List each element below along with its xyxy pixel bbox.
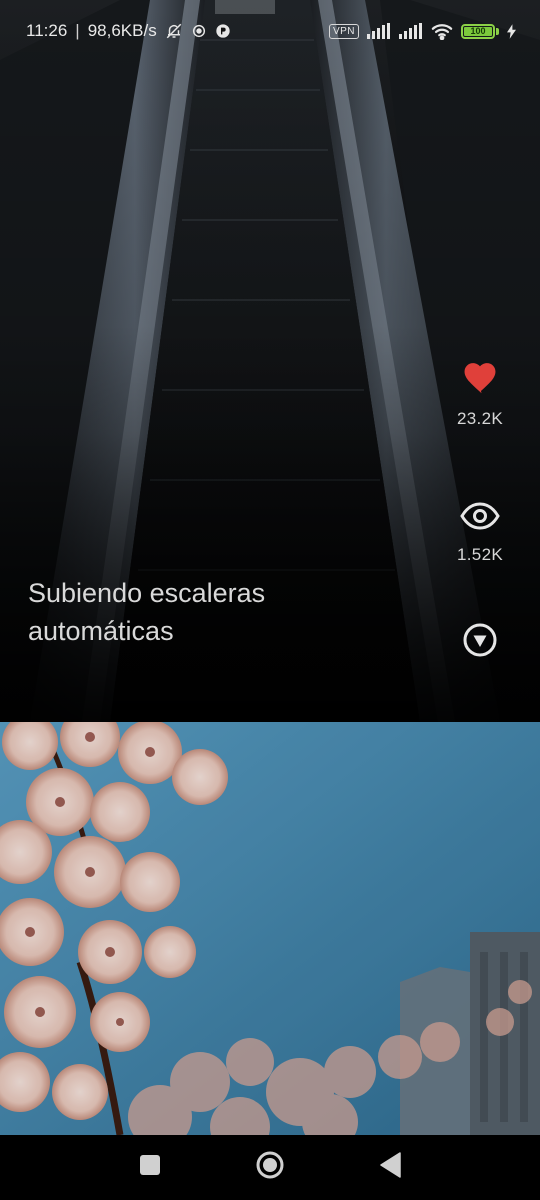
more-options-button[interactable]	[462, 622, 498, 663]
video-card[interactable]	[0, 722, 540, 1135]
battery-body: 100	[461, 23, 495, 39]
signal-icon	[399, 23, 423, 39]
video-title: Subiendo escaleras automáticas	[28, 578, 266, 646]
view-count: 1.52K	[457, 545, 503, 564]
back-button[interactable]	[330, 1135, 450, 1200]
cherry-blossom-image	[0, 722, 540, 1135]
home-circle-icon	[255, 1150, 285, 1185]
heart-shape	[464, 363, 496, 394]
recents-square-icon	[139, 1154, 161, 1181]
status-left: 11:26 | 98,6KB/s	[26, 21, 231, 41]
network-speed: 98,6KB/s	[87, 21, 157, 40]
back-triangle-icon	[379, 1152, 401, 1183]
more-circle-icon	[462, 622, 498, 663]
video-card[interactable]: 23.2K 1.52K Subiendo escaleras automátic…	[0, 0, 540, 722]
heart-icon	[461, 360, 499, 399]
bell-off-icon	[165, 22, 183, 40]
signal-icon	[367, 23, 391, 39]
status-separator: |	[75, 21, 80, 40]
battery-icon: 100	[461, 23, 499, 39]
video-feed[interactable]: 23.2K 1.52K Subiendo escaleras automátic…	[0, 0, 540, 1135]
battery-level: 100	[464, 26, 492, 36]
sync-icon	[191, 23, 207, 39]
system-nav-bar	[0, 1135, 540, 1200]
vpn-badge: VPN	[328, 23, 359, 39]
charging-bolt-icon	[507, 23, 516, 39]
status-bar: 11:26 | 98,6KB/s VPN 100	[0, 0, 540, 62]
eye-icon	[460, 502, 500, 535]
app-notification-icon	[215, 23, 231, 39]
status-right: VPN 100	[328, 23, 516, 40]
action-rail: 23.2K 1.52K	[420, 360, 540, 663]
status-time: 11:26	[26, 21, 68, 40]
home-button[interactable]	[210, 1135, 330, 1200]
recents-button[interactable]	[90, 1135, 210, 1200]
views-indicator: 1.52K	[457, 502, 503, 622]
battery-tip	[496, 27, 499, 35]
like-count: 23.2K	[457, 409, 503, 428]
like-button[interactable]: 23.2K	[457, 360, 503, 480]
wifi-icon	[431, 23, 453, 40]
